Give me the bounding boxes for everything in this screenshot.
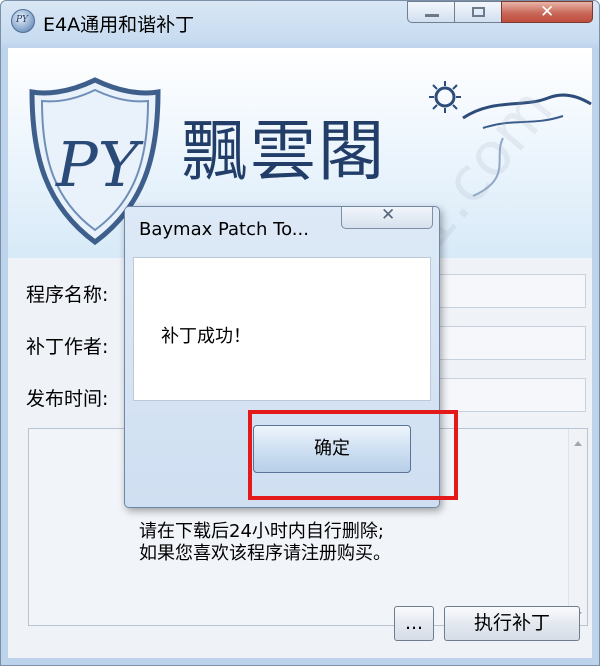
brand-title: 飄雲閣: [182, 113, 386, 190]
patch-author-label: 补丁作者:: [26, 336, 109, 358]
logo-text: PY: [55, 128, 144, 201]
app-icon: [11, 9, 35, 33]
dialog-message: 补丁成功！: [161, 326, 251, 347]
program-name-label: 程序名称:: [26, 284, 109, 306]
title-bar[interactable]: E4A通用和谐补丁 ✕: [1, 1, 599, 41]
notes-scrollbar[interactable]: [568, 429, 587, 625]
maximize-icon: [472, 7, 485, 17]
dialog-title: Baymax Patch To...: [139, 219, 309, 240]
release-time-label: 发布时间:: [26, 388, 109, 410]
minimize-icon: [425, 14, 439, 17]
notes-line-2: 如果您喜欢该程序请注册购买。: [139, 543, 391, 564]
dialog-close-button[interactable]: ✕: [341, 205, 433, 229]
browse-button[interactable]: ...: [394, 606, 434, 641]
highlight-box: [248, 410, 458, 500]
dialog-body: 补丁成功！: [133, 257, 431, 401]
scroll-up-arrow-icon[interactable]: [574, 441, 582, 446]
cloud-decoration-icon: [462, 93, 592, 197]
maximize-button[interactable]: [454, 1, 502, 23]
apply-patch-button[interactable]: 执行补丁: [444, 606, 580, 641]
minimize-button[interactable]: [407, 1, 455, 23]
close-icon: ✕: [540, 2, 555, 22]
program-name-field[interactable]: [438, 274, 586, 308]
patch-author-field[interactable]: [438, 326, 586, 360]
release-time-field[interactable]: [438, 378, 586, 412]
window-title: E4A通用和谐补丁: [43, 14, 195, 36]
close-icon: ✕: [381, 205, 396, 225]
close-button[interactable]: ✕: [501, 1, 593, 23]
